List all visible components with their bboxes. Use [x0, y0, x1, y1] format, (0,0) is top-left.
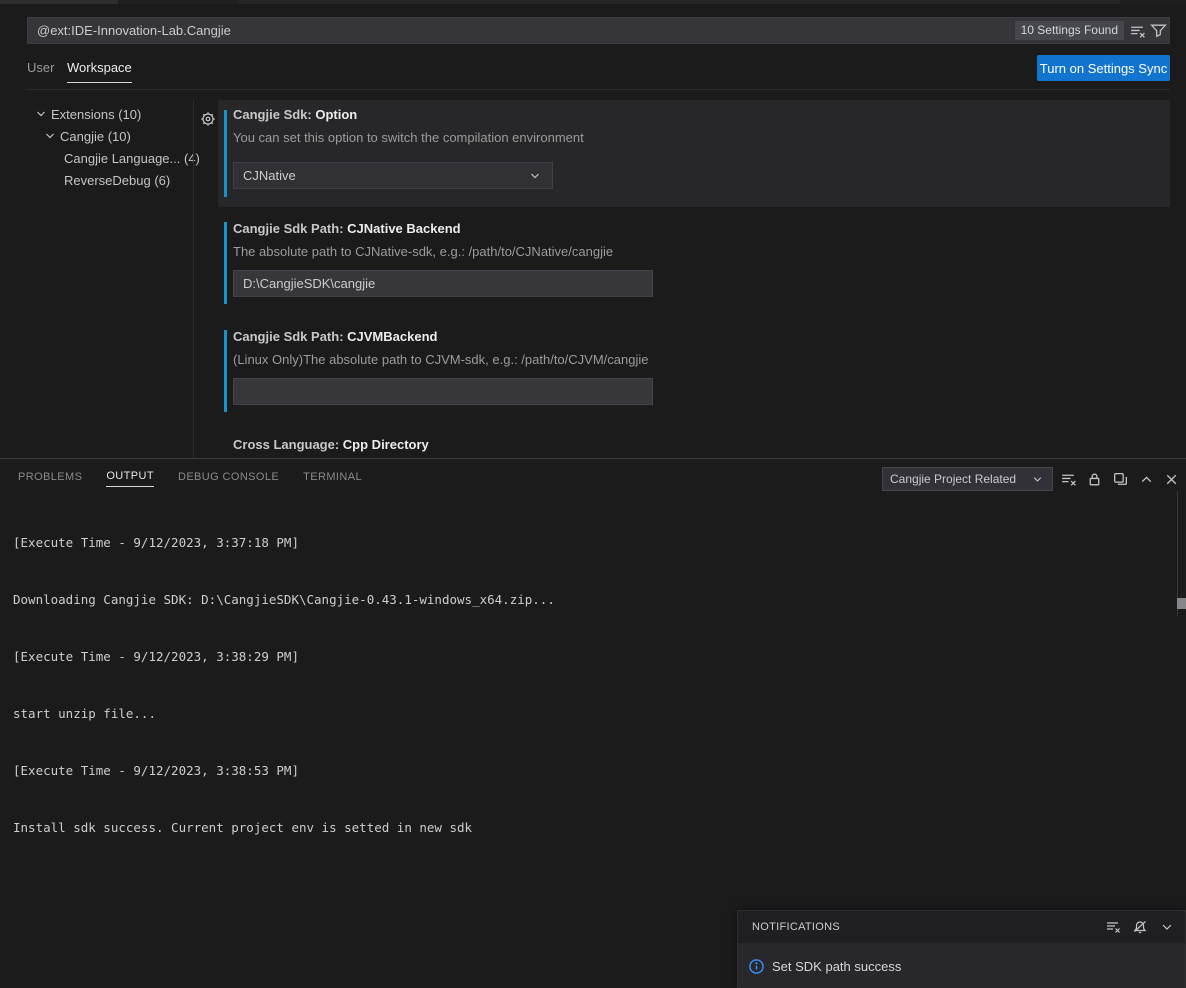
toc-divider: [193, 100, 194, 458]
scrollbar-thumb[interactable]: [1177, 598, 1186, 609]
clear-output-icon[interactable]: [1060, 471, 1077, 488]
setting-title: Cangjie Sdk: Option: [233, 107, 357, 122]
editor-tab-strip: [237, 0, 1120, 4]
tab-terminal[interactable]: TERMINAL: [303, 465, 362, 487]
output-line: [Execute Time - 9/12/2023, 3:38:29 PM]: [13, 647, 555, 666]
info-icon: [748, 958, 765, 975]
setting-description: You can set this option to switch the co…: [233, 130, 584, 145]
output-line: start unzip file...: [13, 704, 555, 723]
chevron-down-icon: [527, 168, 543, 184]
close-panel-icon[interactable]: [1163, 471, 1180, 488]
setting-name: Cpp Directory: [343, 437, 429, 452]
filter-settings-icon[interactable]: [1150, 22, 1167, 39]
sdk-path-cjvm-input[interactable]: [233, 378, 653, 405]
toc-item-cangjie-language[interactable]: Cangjie Language... (4): [64, 148, 200, 168]
output-channel-select[interactable]: Cangjie Project Related: [882, 467, 1053, 491]
setting-description: The absolute path to CJNative-sdk, e.g.:…: [233, 244, 613, 259]
tab-workspace[interactable]: Workspace: [67, 60, 132, 83]
editor-tab-strip: [1120, 0, 1186, 4]
output-line: [Execute Time - 9/12/2023, 3:38:53 PM]: [13, 761, 555, 780]
select-value: Cangjie Project Related: [890, 472, 1016, 486]
notification-item[interactable]: Set SDK path success: [738, 943, 1185, 988]
setting-name: CJVMBackend: [347, 329, 437, 344]
tab-output[interactable]: OUTPUT: [106, 464, 154, 487]
setting-category: Cross Language:: [233, 437, 343, 452]
do-not-disturb-bell-icon[interactable]: [1132, 919, 1148, 935]
notifications-center: NOTIFICATIONS: [737, 910, 1186, 988]
setting-title: Cangjie Sdk Path: CJVMBackend: [233, 329, 437, 344]
setting-row-sdk-path-cjnative[interactable]: Cangjie Sdk Path: CJNative Backend The a…: [218, 221, 1170, 311]
toc-item-reversedebug[interactable]: ReverseDebug (6): [64, 170, 170, 190]
chevron-down-icon: [33, 106, 49, 122]
output-log[interactable]: [Execute Time - 9/12/2023, 3:37:18 PM] D…: [13, 495, 555, 875]
modified-indicator: [224, 222, 227, 304]
tab-problems[interactable]: PROBLEMS: [18, 465, 82, 487]
setting-gear-icon[interactable]: [200, 111, 216, 127]
setting-name: Option: [315, 107, 357, 122]
setting-category: Cangjie Sdk Path:: [233, 329, 347, 344]
vscode-window: 10 Settings Found User Workspace Turn on…: [0, 0, 1186, 988]
tab-user[interactable]: User: [27, 60, 54, 82]
turn-on-settings-sync-button[interactable]: Turn on Settings Sync: [1037, 55, 1170, 81]
settings-found-badge: 10 Settings Found: [1015, 21, 1124, 40]
setting-category: Cangjie Sdk:: [233, 107, 315, 122]
notifications-title: NOTIFICATIONS: [752, 921, 840, 933]
setting-row-cangjie-sdk-option[interactable]: Cangjie Sdk: Option You can set this opt…: [218, 100, 1170, 207]
modified-indicator: [224, 330, 227, 412]
editor-tab-strip: [118, 0, 237, 4]
chevron-down-icon: [1030, 472, 1045, 487]
toc-label: Extensions (10): [51, 107, 141, 122]
setting-row-cross-language-cpp[interactable]: Cross Language: Cpp Directory: [218, 437, 1170, 458]
setting-title: Cross Language: Cpp Directory: [233, 437, 429, 452]
setting-category: Cangjie Sdk Path:: [233, 221, 347, 236]
lock-autoscroll-icon[interactable]: [1086, 471, 1103, 488]
clear-all-notifications-icon[interactable]: [1105, 919, 1121, 935]
maximize-panel-icon[interactable]: [1138, 471, 1155, 488]
output-line: Downloading Cangjie SDK: D:\CangjieSDK\C…: [13, 590, 555, 609]
output-line: [Execute Time - 9/12/2023, 3:37:18 PM]: [13, 533, 555, 552]
toc-item-extensions[interactable]: Extensions (10): [33, 104, 141, 124]
notification-message: Set SDK path success: [772, 959, 901, 974]
toc-item-cangjie[interactable]: Cangjie (10): [42, 126, 131, 146]
toc-label: ReverseDebug (6): [64, 173, 170, 188]
hide-notifications-chevron-icon[interactable]: [1159, 919, 1175, 935]
header-divider: [27, 89, 1170, 90]
sdk-path-cjnative-input[interactable]: [233, 270, 653, 297]
bottom-panel: PROBLEMS OUTPUT DEBUG CONSOLE TERMINAL C…: [0, 458, 1186, 988]
panel-tabs: PROBLEMS OUTPUT DEBUG CONSOLE TERMINAL: [18, 459, 362, 492]
setting-description: (Linux Only)The absolute path to CJVM-sd…: [233, 352, 648, 367]
editor-tab-strip: [0, 0, 118, 4]
toc-label: Cangjie (10): [60, 129, 131, 144]
notifications-header: NOTIFICATIONS: [738, 911, 1185, 943]
settings-search-input[interactable]: [27, 17, 1170, 44]
output-line: Install sdk success. Current project env…: [13, 818, 555, 837]
open-output-in-editor-icon[interactable]: [1112, 471, 1129, 488]
setting-row-sdk-path-cjvm[interactable]: Cangjie Sdk Path: CJVMBackend (Linux Onl…: [218, 329, 1170, 419]
tab-debug-console[interactable]: DEBUG CONSOLE: [178, 465, 279, 487]
chevron-down-icon: [42, 128, 58, 144]
sdk-option-select[interactable]: CJNative: [233, 162, 553, 189]
toc-label: Cangjie Language... (4): [64, 151, 200, 166]
select-value: CJNative: [243, 168, 296, 183]
modified-indicator: [224, 110, 227, 197]
clear-search-filters-icon[interactable]: [1129, 23, 1146, 40]
setting-title: Cangjie Sdk Path: CJNative Backend: [233, 221, 461, 236]
setting-name: CJNative Backend: [347, 221, 460, 236]
